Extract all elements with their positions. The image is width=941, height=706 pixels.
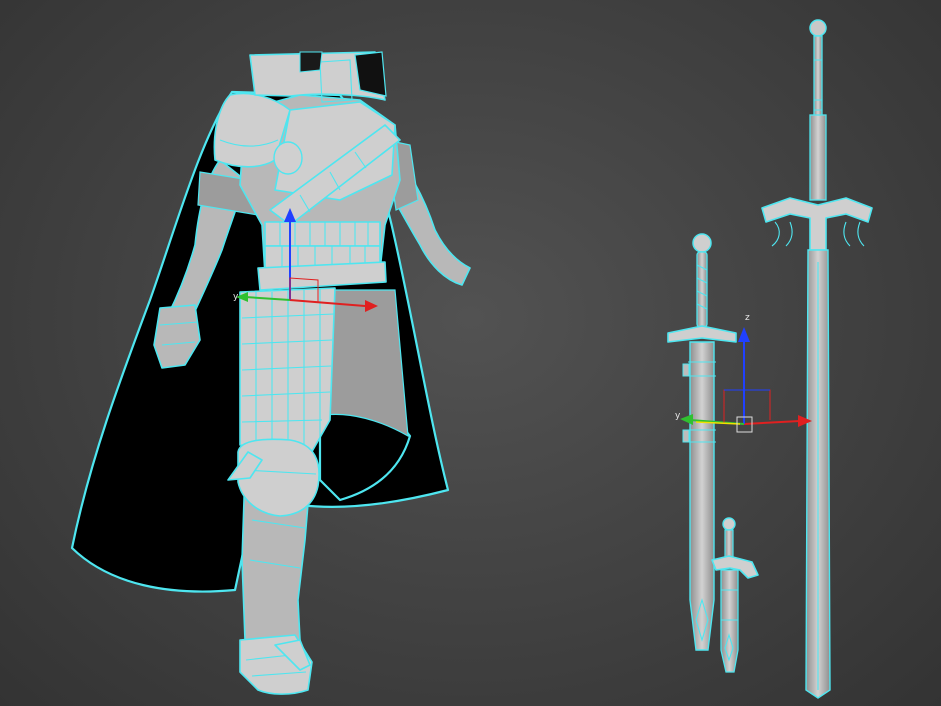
dagger-pommel — [722, 517, 736, 531]
scabbard-clip-1 — [682, 363, 690, 377]
gizmo-z-label-2: z — [745, 313, 750, 323]
sword-large-ricasso — [809, 114, 827, 201]
gizmo-y-label-2: y — [675, 411, 681, 421]
sword-medium-scabbard — [689, 341, 715, 651]
sword-medium-pommel — [692, 233, 712, 253]
sword-medium-grip — [696, 251, 708, 328]
gizmo-y-arrow-2[interactable] — [680, 414, 693, 425]
viewport-scene: y z y — [70, 19, 873, 699]
dagger-scabbard — [720, 569, 739, 673]
shoulder-knob — [273, 141, 303, 175]
sword-medium-crossguard — [667, 325, 737, 343]
belt-plates — [264, 221, 381, 269]
sword-large-grip — [813, 35, 823, 117]
gizmo-plane-xz[interactable] — [723, 389, 771, 424]
tasset-plates — [239, 287, 336, 456]
3d-viewport[interactable]: y z y — [0, 0, 941, 706]
dagger[interactable] — [711, 517, 759, 673]
sword-large-crossguard — [761, 197, 873, 251]
character-armor-model[interactable] — [70, 51, 471, 695]
scabbard-clip-2 — [682, 429, 690, 443]
sword-large[interactable] — [761, 19, 873, 699]
gizmo-z-arrow-2[interactable] — [738, 327, 750, 342]
chainmail-skirt — [324, 289, 409, 438]
sword-large-pommel — [809, 19, 827, 37]
gizmo-y-label: y — [233, 292, 239, 302]
